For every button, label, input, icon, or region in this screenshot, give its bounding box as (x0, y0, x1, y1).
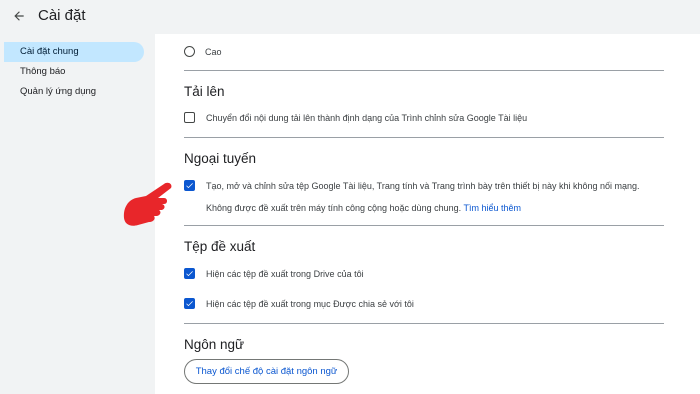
change-language-button[interactable]: Thay đổi chế độ cài đặt ngôn ngữ (184, 359, 349, 384)
check-icon (186, 271, 193, 277)
divider (184, 137, 664, 138)
sidebar-item-manage-apps[interactable]: Quản lý ứng dụng (0, 82, 152, 102)
upload-convert-option[interactable]: Chuyển đổi nội dung tải lên thành định d… (184, 112, 527, 123)
learn-more-link[interactable]: Tìm hiểu thêm (463, 203, 521, 213)
suggested-shared-label: Hiện các tệp đề xuất trong mục Được chia… (206, 298, 414, 309)
offline-checkbox[interactable] (184, 180, 195, 191)
sidebar-item-general[interactable]: Cài đặt chung (4, 42, 144, 62)
suggested-option-my-drive[interactable]: Hiện các tệp đề xuất trong Drive của tôi (184, 268, 364, 279)
section-title-upload: Tải lên (184, 84, 225, 99)
upload-convert-label: Chuyển đổi nội dung tải lên thành định d… (206, 112, 528, 123)
divider (184, 225, 664, 226)
suggested-option-shared[interactable]: Hiện các tệp đề xuất trong mục Được chia… (184, 298, 414, 309)
upload-convert-checkbox[interactable] (184, 112, 195, 123)
offline-note: Không được đề xuất trên máy tính công cộ… (206, 203, 462, 213)
pointing-hand-icon (120, 178, 178, 239)
offline-note-line: Không được đề xuất trên máy tính công cộ… (206, 203, 521, 213)
section-title-offline: Ngoại tuyến (184, 151, 257, 166)
section-title-suggested: Tệp đề xuất (184, 239, 256, 254)
radio-option-high[interactable]: Cao (184, 46, 222, 57)
radio-label: Cao (205, 46, 222, 57)
divider (184, 70, 664, 71)
sidebar: Cài đặt chung Thông báo Quản lý ứng dụng (0, 42, 152, 102)
section-title-language: Ngôn ngữ (184, 337, 245, 352)
suggested-my-drive-checkbox[interactable] (184, 268, 195, 279)
sidebar-item-notifications[interactable]: Thông báo (0, 62, 152, 82)
check-icon (186, 183, 193, 189)
page-title: Cài đặt (38, 7, 86, 24)
check-icon (186, 301, 193, 307)
radio-button[interactable] (184, 46, 195, 57)
top-bar: Cài đặt (0, 0, 700, 34)
suggested-my-drive-label: Hiện các tệp đề xuất trong Drive của tôi (206, 268, 364, 279)
suggested-shared-checkbox[interactable] (184, 298, 195, 309)
offline-label: Tạo, mở và chỉnh sửa tệp Google Tài liệu… (206, 180, 640, 191)
divider (184, 323, 664, 324)
settings-panel: Cao Tải lên Chuyển đổi nội dung tải lên … (155, 34, 700, 394)
offline-option[interactable]: Tạo, mở và chỉnh sửa tệp Google Tài liệu… (184, 180, 640, 191)
arrow-back-icon[interactable] (9, 6, 29, 26)
